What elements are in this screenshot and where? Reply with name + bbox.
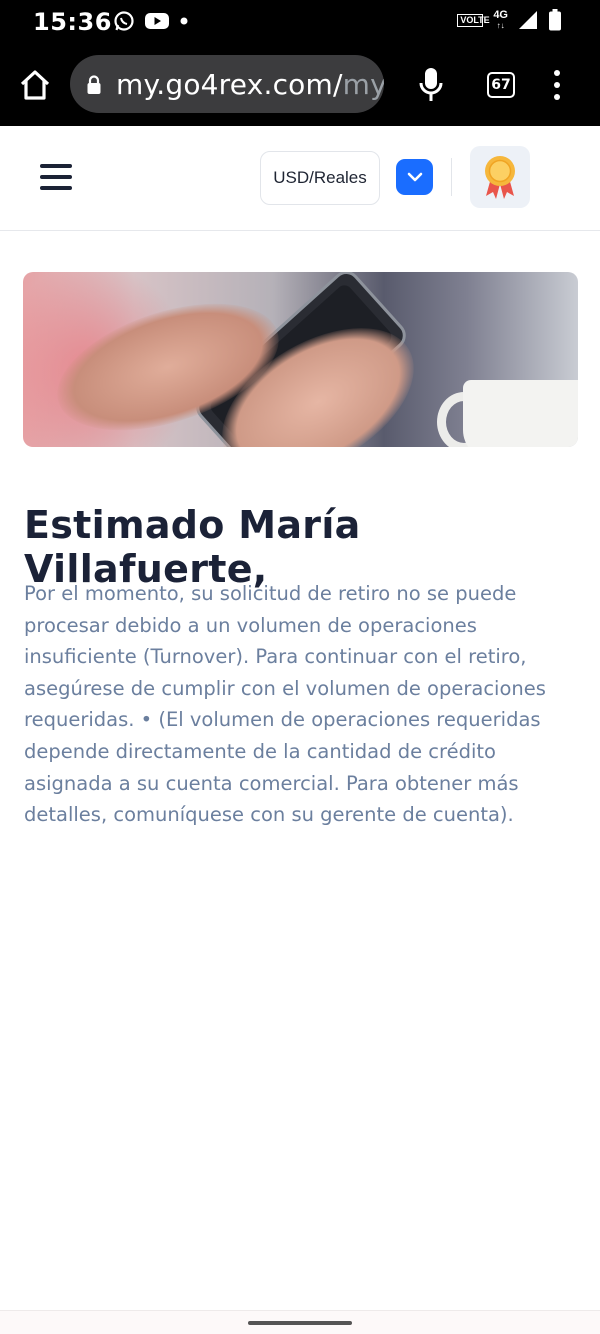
mic-icon[interactable] bbox=[418, 66, 444, 104]
currency-dropdown-button[interactable] bbox=[396, 159, 433, 195]
network-type-indicator: 4G ↑↓ bbox=[493, 8, 508, 30]
tabs-switcher-button[interactable]: 67 bbox=[487, 72, 515, 98]
volte-indicator: VOLTE bbox=[457, 13, 490, 27]
currency-selector[interactable]: USD/Reales bbox=[260, 151, 380, 205]
network-type-label: 4G bbox=[493, 8, 508, 21]
header-divider bbox=[451, 158, 452, 196]
status-bar: 15:36 VOLTE 4G ↑↓ bbox=[0, 0, 600, 44]
home-gesture-handle[interactable] bbox=[248, 1321, 352, 1325]
lock-icon bbox=[87, 75, 101, 94]
url-fade: my bbox=[342, 68, 384, 101]
hero-banner-image bbox=[23, 272, 578, 447]
whatsapp-icon bbox=[114, 11, 134, 31]
hamburger-menu-icon[interactable] bbox=[40, 164, 72, 190]
status-time: 15:36 bbox=[33, 8, 112, 36]
url-text: my.go4rex.com/my bbox=[116, 68, 384, 101]
status-app-icons bbox=[113, 10, 189, 32]
site-header: USD/Reales bbox=[0, 126, 600, 231]
more-vert-icon[interactable] bbox=[550, 70, 564, 100]
gesture-nav-bar bbox=[0, 1310, 600, 1334]
status-system-icons: VOLTE 4G ↑↓ bbox=[457, 9, 562, 31]
battery-icon bbox=[549, 9, 561, 31]
url-main: my.go4rex.com/ bbox=[116, 68, 343, 101]
signal-icon bbox=[519, 11, 537, 29]
award-button[interactable] bbox=[470, 146, 530, 208]
dot-icon bbox=[180, 17, 188, 25]
withdrawal-message: Por el momento, su solicitud de retiro n… bbox=[24, 582, 546, 827]
award-badge-icon bbox=[485, 156, 515, 199]
chevron-down-icon bbox=[407, 172, 422, 182]
browser-toolbar: my.go4rex.com/my 67 bbox=[0, 44, 600, 126]
address-bar[interactable]: my.go4rex.com/my bbox=[70, 55, 384, 113]
home-icon[interactable] bbox=[18, 68, 52, 102]
youtube-icon bbox=[145, 13, 169, 29]
